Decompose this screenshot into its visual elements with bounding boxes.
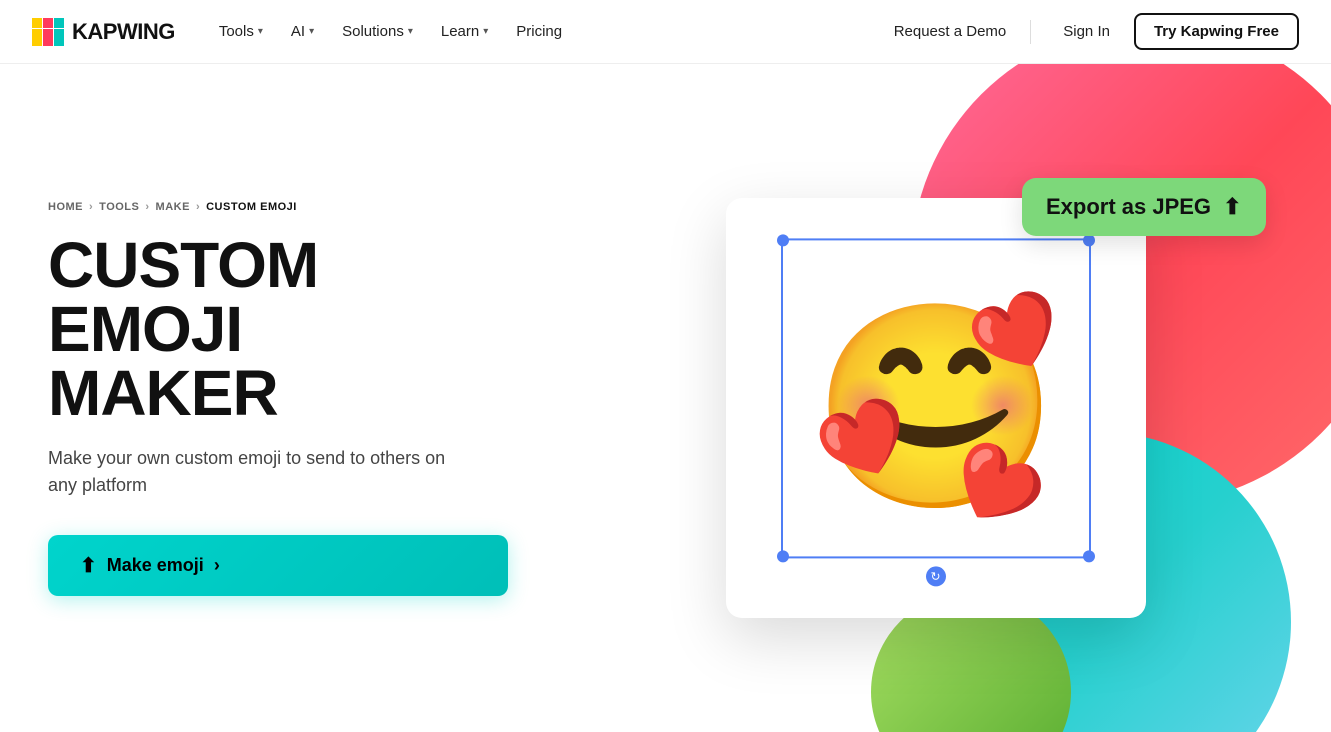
- handle-top-left[interactable]: [777, 234, 789, 246]
- handle-top-right[interactable]: [1083, 234, 1095, 246]
- hero-subtitle: Make your own custom emoji to send to ot…: [48, 445, 468, 499]
- share-icon: ⬆: [1223, 194, 1241, 220]
- breadcrumb-tools[interactable]: TOOLS: [99, 201, 139, 213]
- breadcrumb: HOME › TOOLS › MAKE › CUSTOM EMOJI: [48, 201, 508, 213]
- learn-chevron-icon: ▾: [483, 26, 488, 37]
- breadcrumb-sep-1: ›: [89, 201, 93, 213]
- make-emoji-button[interactable]: ⬆ Make emoji ›: [48, 535, 508, 596]
- hero-left: HOME › TOOLS › MAKE › CUSTOM EMOJI CUSTO…: [0, 64, 540, 732]
- nav-pricing[interactable]: Pricing: [504, 15, 574, 48]
- nav-tools[interactable]: Tools ▾: [207, 15, 275, 48]
- nav-learn[interactable]: Learn ▾: [429, 15, 500, 48]
- request-demo-button[interactable]: Request a Demo: [890, 15, 1011, 48]
- nav-right: Request a Demo Sign In Try Kapwing Free: [890, 13, 1299, 50]
- breadcrumb-home[interactable]: HOME: [48, 201, 83, 213]
- breadcrumb-sep-2: ›: [145, 201, 149, 213]
- rotate-handle[interactable]: ↻: [926, 566, 946, 586]
- hero-title: CUSTOM EMOJI MAKER: [48, 233, 508, 425]
- nav-solutions[interactable]: Solutions ▾: [330, 15, 425, 48]
- logo-icon: [32, 18, 64, 46]
- navbar: KAPWING Tools ▾ AI ▾ Solutions ▾ Learn ▾…: [0, 0, 1331, 64]
- logo-text: KAPWING: [72, 19, 175, 45]
- editor-card: ↻ 🥰 Export as JPEG ⬆: [726, 198, 1146, 618]
- export-jpeg-button[interactable]: Export as JPEG ⬆: [1022, 178, 1266, 236]
- tools-chevron-icon: ▾: [258, 26, 263, 37]
- ai-chevron-icon: ▾: [309, 26, 314, 37]
- upload-icon: ⬆: [80, 553, 97, 578]
- nav-divider: [1030, 20, 1031, 44]
- breadcrumb-current: CUSTOM EMOJI: [206, 201, 297, 213]
- breadcrumb-make[interactable]: MAKE: [156, 201, 190, 213]
- try-free-button[interactable]: Try Kapwing Free: [1134, 13, 1299, 50]
- arrow-right-icon: ›: [214, 555, 220, 576]
- breadcrumb-sep-3: ›: [196, 201, 200, 213]
- selection-box: ↻: [781, 238, 1091, 558]
- solutions-chevron-icon: ▾: [408, 26, 413, 37]
- nav-items: Tools ▾ AI ▾ Solutions ▾ Learn ▾ Pricing: [207, 15, 890, 48]
- nav-ai[interactable]: AI ▾: [279, 15, 326, 48]
- hero-section: HOME › TOOLS › MAKE › CUSTOM EMOJI CUSTO…: [0, 64, 1331, 732]
- sign-in-button[interactable]: Sign In: [1051, 15, 1122, 48]
- handle-bottom-right[interactable]: [1083, 550, 1095, 562]
- hero-right: ↻ 🥰 Export as JPEG ⬆: [540, 64, 1331, 732]
- logo-link[interactable]: KAPWING: [32, 18, 175, 46]
- handle-bottom-left[interactable]: [777, 550, 789, 562]
